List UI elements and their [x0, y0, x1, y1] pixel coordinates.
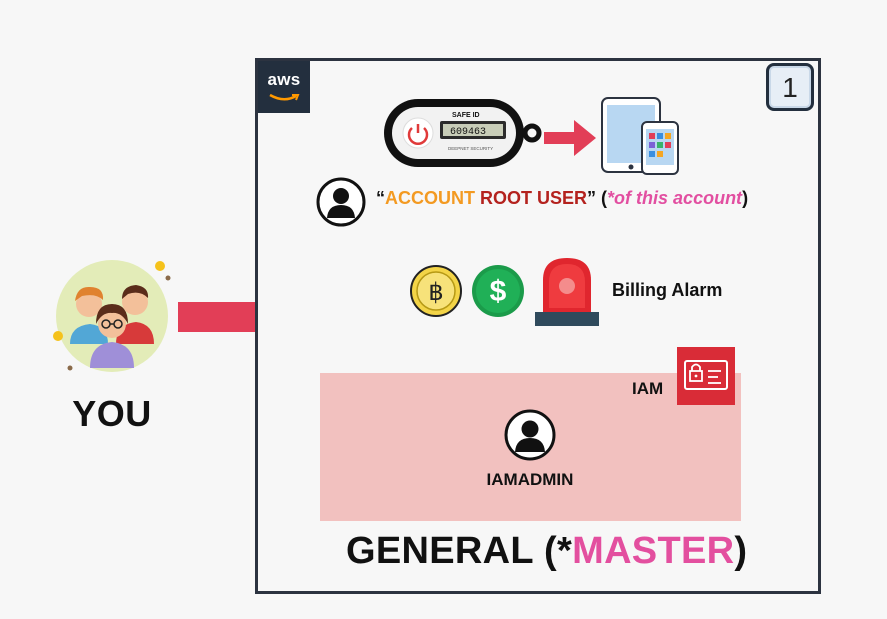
alarm-siren-icon: [535, 258, 599, 326]
close-quote: ”: [587, 188, 597, 208]
root-user-icon: [316, 177, 366, 227]
dollar-coin-icon: $: [472, 265, 524, 317]
title-prefix: GENERAL (*: [346, 530, 573, 572]
billing-alarm-label: Billing Alarm: [612, 280, 723, 300]
mfa-token-icon: SAFE ID 609463 DEEPNET SECURITY: [384, 99, 542, 167]
aws-logo-text: aws: [267, 70, 301, 89]
baht-symbol: ฿: [428, 278, 443, 306]
mfa-code: 609463: [450, 127, 486, 138]
paren-close: ): [742, 188, 749, 208]
root-word-account: ACCOUNT: [385, 188, 475, 208]
aws-logo: aws: [258, 61, 310, 113]
root-word-root-user: ROOT USER: [480, 188, 588, 208]
root-user-label: “ACCOUNT ROOT USER” (*of this account): [376, 188, 748, 209]
aws-smile-icon: [269, 93, 300, 101]
arrow-right-small-icon: [544, 120, 596, 156]
title-suffix: ): [734, 530, 748, 572]
open-quote: “: [376, 188, 385, 208]
badge-number: 1: [782, 72, 798, 103]
mobile-devices-icon: [601, 97, 679, 175]
account-number-badge: 1: [766, 63, 814, 111]
users-group-icon: [53, 260, 171, 372]
iam-admin-user-icon: [504, 409, 556, 461]
iam-id-card-icon: [677, 347, 735, 405]
iam-label: IAM: [632, 379, 664, 398]
account-title: GENERAL (*MASTER): [346, 530, 747, 573]
dollar-symbol: $: [490, 275, 507, 308]
mfa-brand: SAFE ID: [452, 112, 480, 119]
root-note: *of this account: [607, 188, 743, 208]
iam-admin-label: IAMADMIN: [486, 470, 574, 489]
title-highlight: MASTER: [572, 530, 735, 572]
baht-coin-icon: ฿: [410, 265, 462, 317]
you-label: YOU: [72, 393, 152, 434]
mfa-caption: DEEPNET SECURITY: [448, 146, 493, 151]
